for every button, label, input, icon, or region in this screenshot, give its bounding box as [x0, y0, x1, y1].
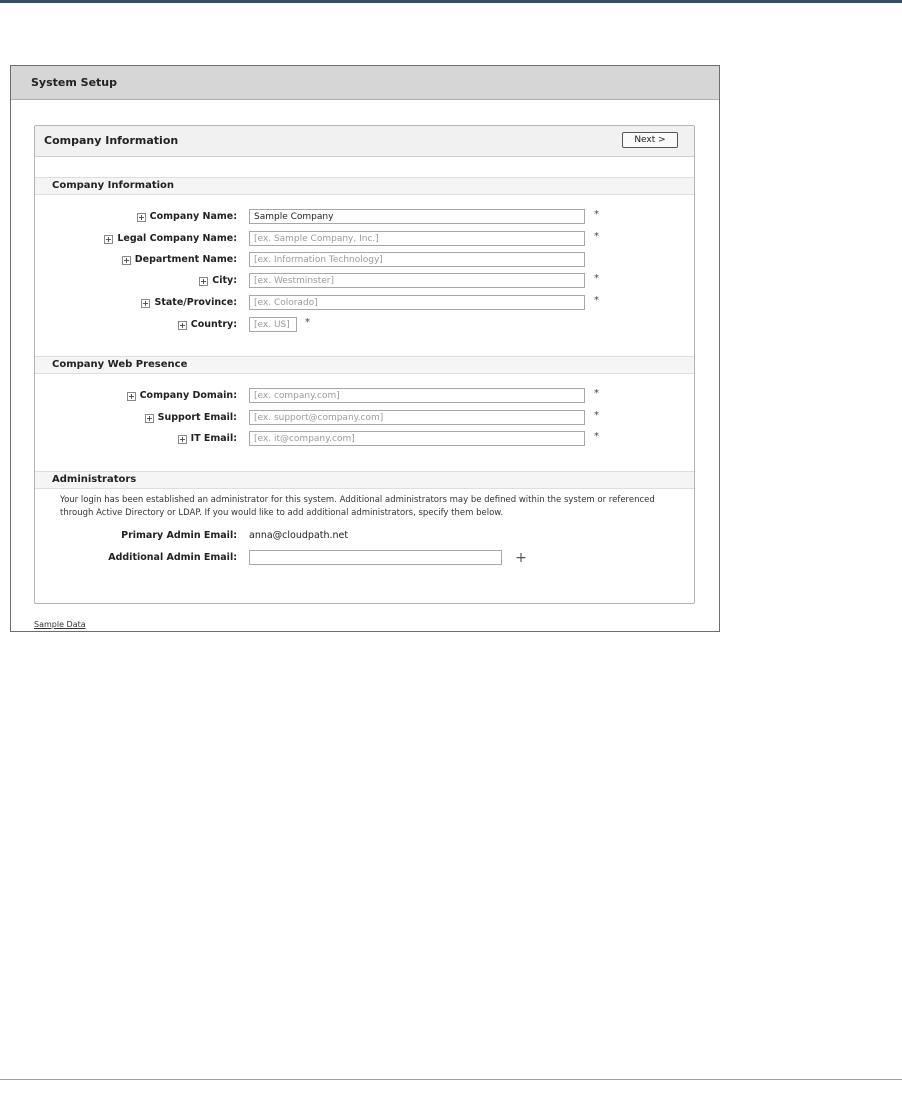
- support-email-input[interactable]: [249, 410, 585, 425]
- it-email-row: IT Email: *: [35, 431, 694, 447]
- primary-admin-value: anna@cloudpath.net: [249, 530, 349, 541]
- country-input[interactable]: [249, 317, 297, 332]
- administrators-description: Your login has been established an admin…: [60, 495, 655, 518]
- required-marker: *: [594, 388, 599, 399]
- required-marker: *: [594, 295, 599, 306]
- expand-plus-icon[interactable]: [126, 391, 136, 401]
- department-name-input[interactable]: [249, 252, 585, 267]
- section-web-presence: Company Web Presence: [35, 356, 694, 374]
- expand-plus-icon[interactable]: [121, 255, 131, 265]
- required-marker: *: [594, 273, 599, 284]
- required-marker: *: [305, 317, 310, 328]
- legal-company-name-label: Legal Company Name:: [104, 231, 237, 247]
- department-name-label: Department Name:: [121, 252, 237, 268]
- state-province-row: State/Province: *: [35, 295, 694, 311]
- city-label: City:: [199, 273, 237, 289]
- additional-admin-email-input[interactable]: [249, 550, 502, 565]
- section-title: Company Web Presence: [52, 359, 188, 370]
- company-name-label: Company Name:: [136, 209, 237, 225]
- legal-company-name-row: Legal Company Name: *: [35, 231, 694, 247]
- additional-admin-label: Additional Admin Email:: [108, 552, 237, 563]
- expand-plus-icon[interactable]: [136, 212, 146, 222]
- state-province-input[interactable]: [249, 295, 585, 310]
- section-administrators: Administrators: [35, 471, 694, 489]
- section-title: Administrators: [52, 474, 137, 485]
- required-marker: *: [594, 431, 599, 442]
- expand-plus-icon[interactable]: [177, 434, 187, 444]
- page-bottom-divider: [0, 1079, 902, 1080]
- section-title: Company Information: [52, 180, 175, 191]
- company-name-input[interactable]: [249, 209, 585, 224]
- plus-icon[interactable]: +: [515, 550, 527, 566]
- company-information-panel: Company Information Next > Company Infor…: [34, 125, 695, 604]
- support-email-label: Support Email:: [144, 410, 237, 426]
- country-label: Country:: [177, 317, 237, 333]
- required-marker: *: [594, 209, 599, 220]
- expand-plus-icon[interactable]: [144, 413, 154, 423]
- company-domain-input[interactable]: [249, 388, 585, 403]
- company-domain-row: Company Domain: *: [35, 388, 694, 404]
- legal-company-name-input[interactable]: [249, 231, 585, 246]
- required-marker: *: [594, 410, 599, 421]
- panel-title: Company Information: [44, 134, 179, 147]
- panel-header: Company Information Next >: [35, 126, 694, 157]
- expand-plus-icon[interactable]: [177, 320, 187, 330]
- city-row: City: *: [35, 273, 694, 289]
- top-accent-bar: [0, 0, 902, 3]
- section-company-info: Company Information: [35, 177, 694, 195]
- primary-admin-label: Primary Admin Email:: [121, 530, 237, 541]
- support-email-row: Support Email: *: [35, 410, 694, 426]
- it-email-input[interactable]: [249, 431, 585, 446]
- expand-plus-icon[interactable]: [199, 276, 209, 286]
- next-button[interactable]: Next >: [622, 132, 678, 148]
- company-domain-label: Company Domain:: [126, 388, 237, 404]
- department-name-row: Department Name:: [35, 252, 694, 268]
- system-setup-window: System Setup Company Information Next > …: [10, 65, 720, 632]
- company-name-row: Company Name: *: [35, 209, 694, 225]
- expand-plus-icon[interactable]: [141, 298, 151, 308]
- additional-admin-row: Additional Admin Email: +: [35, 550, 694, 566]
- city-input[interactable]: [249, 273, 585, 288]
- window-title: System Setup: [11, 66, 719, 100]
- expand-plus-icon[interactable]: [104, 234, 114, 244]
- sample-data-link[interactable]: Sample Data: [34, 620, 86, 629]
- it-email-label: IT Email:: [177, 431, 237, 447]
- primary-admin-row: Primary Admin Email: anna@cloudpath.net: [35, 528, 694, 544]
- country-row: Country: *: [35, 317, 694, 333]
- state-province-label: State/Province:: [141, 295, 237, 311]
- required-marker: *: [594, 231, 599, 242]
